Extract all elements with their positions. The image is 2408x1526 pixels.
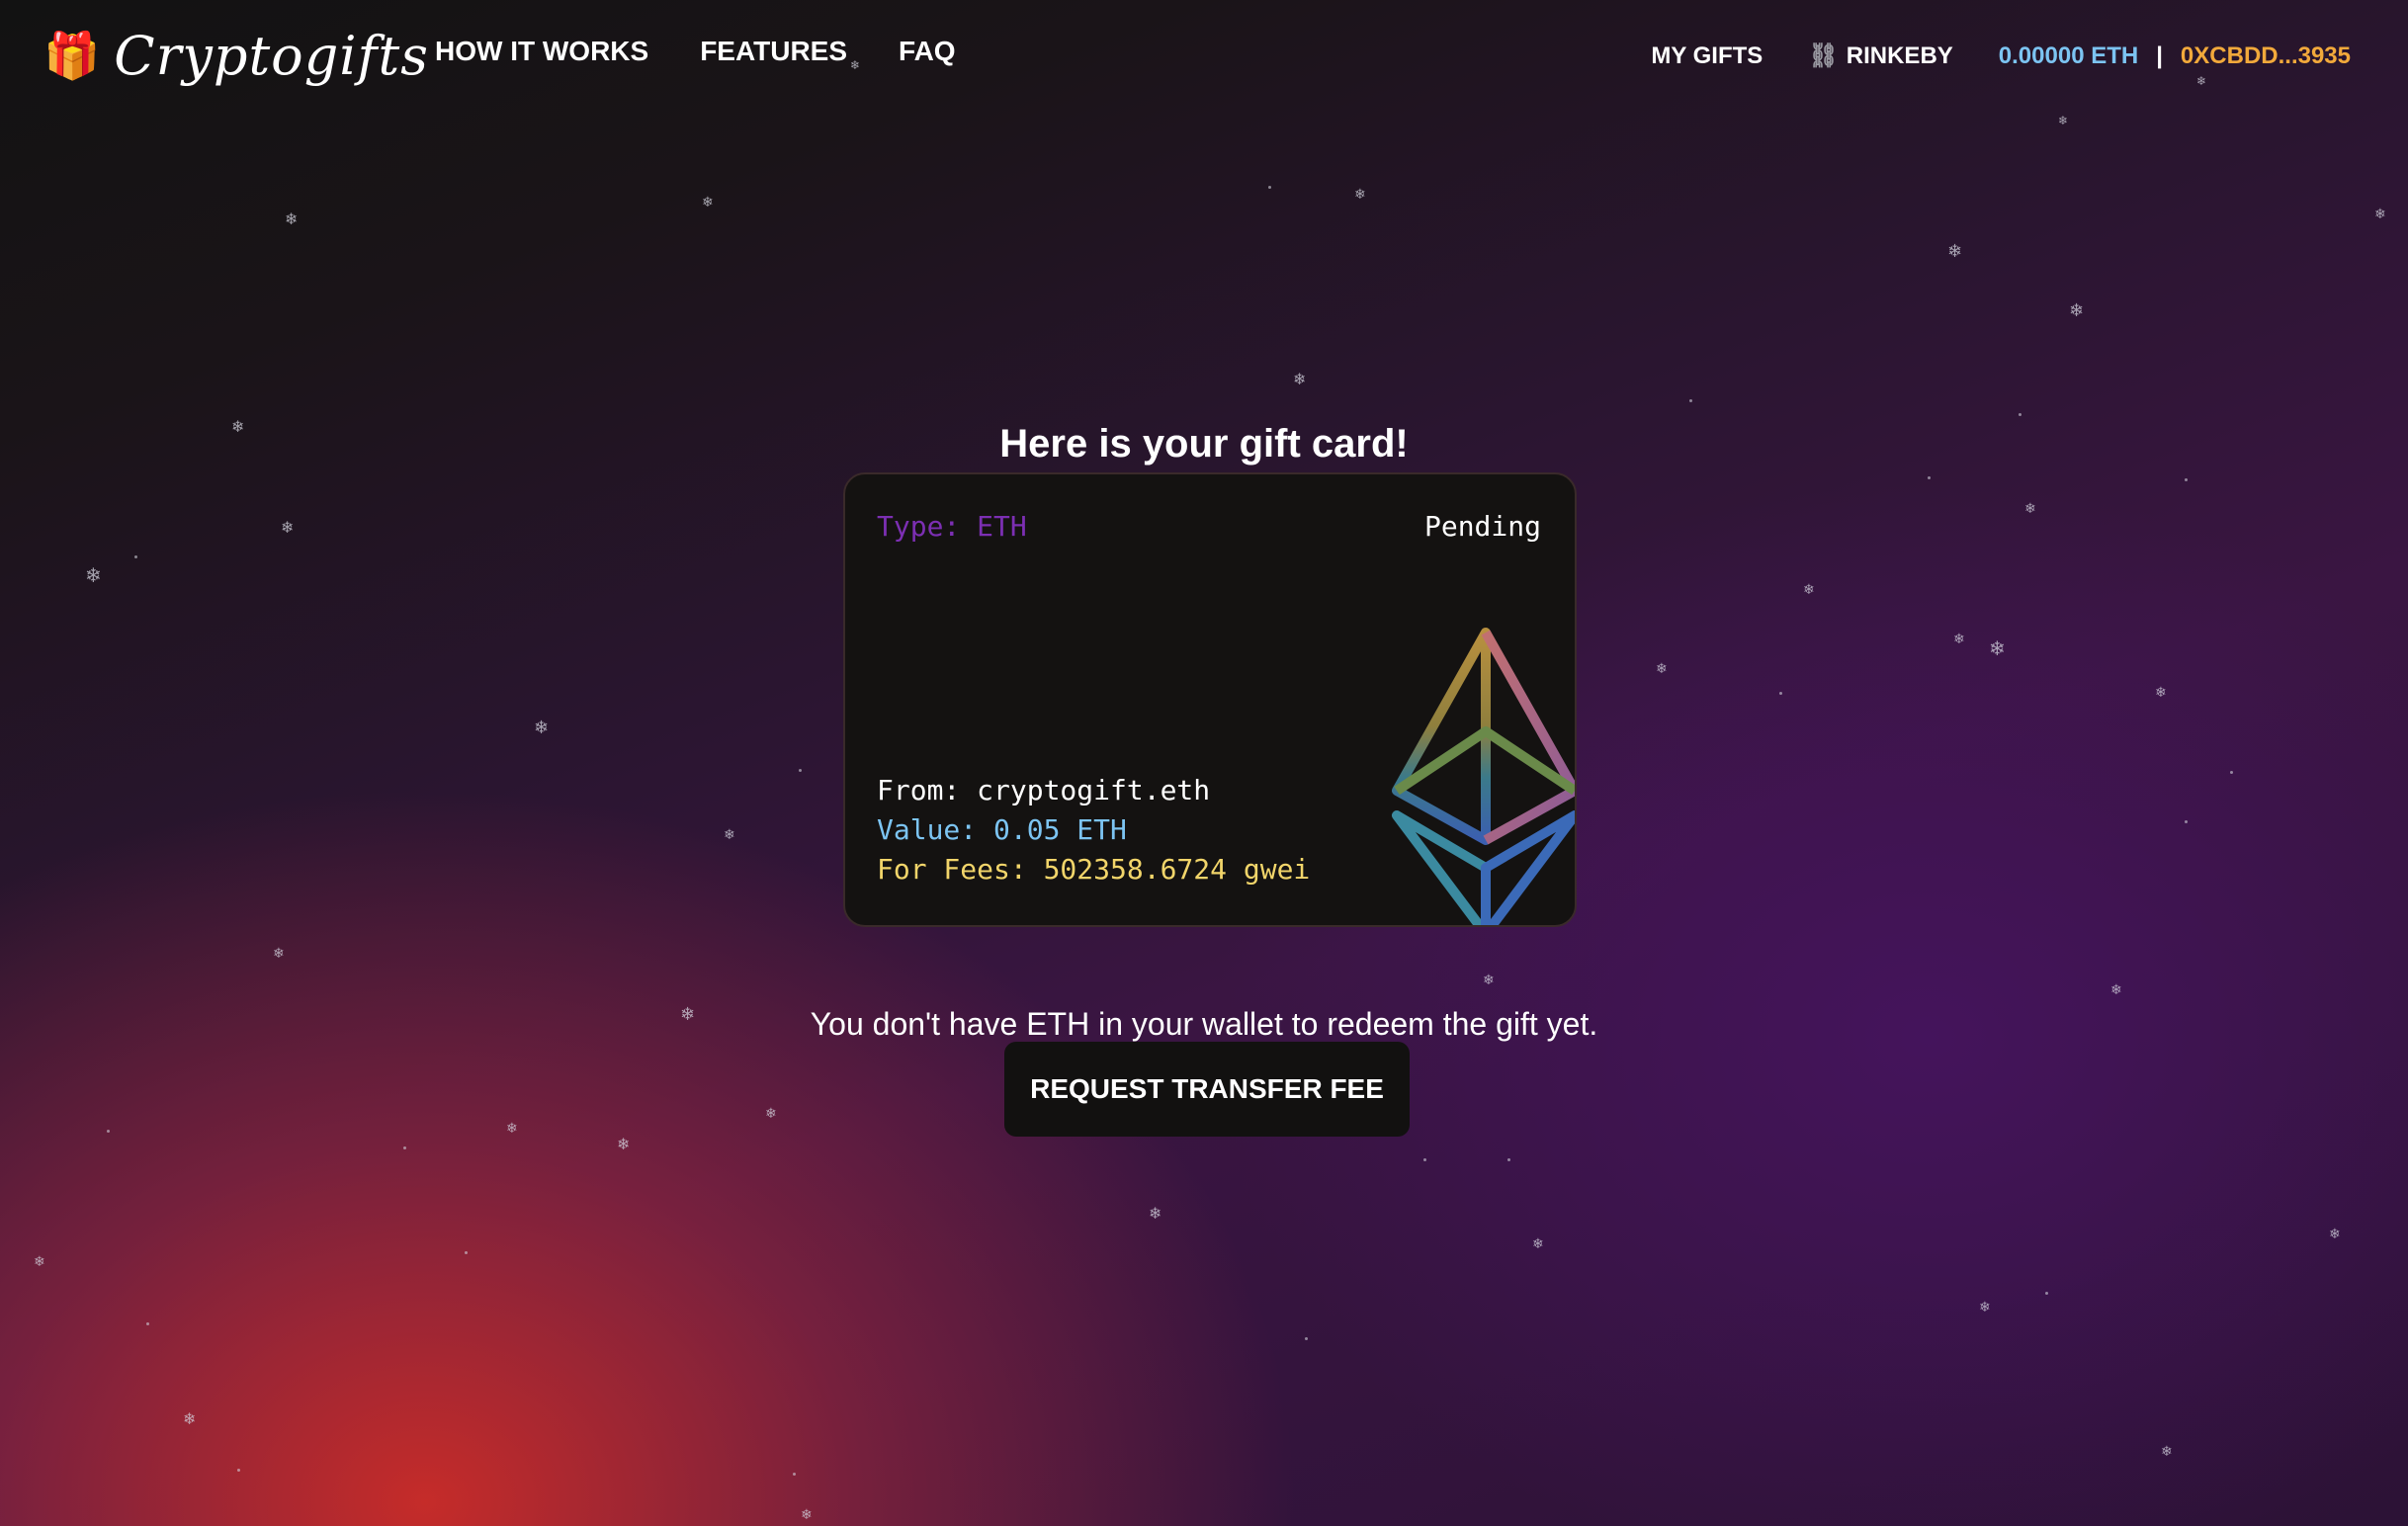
gift-icon: 🎁 [43,30,101,81]
network-label: RINKEBY [1846,42,1953,69]
star-dot [237,1469,240,1472]
top-navigation: 🎁 Cryptogifts HOW IT WORKS FEATURES FAQ … [0,0,2408,111]
snowflake-icon: ❄ [1979,1300,1991,1315]
ethereum-icon [1392,628,1575,925]
snowflake-icon: ❄ [1953,632,1965,647]
logo-text: Cryptogifts [114,24,429,87]
redeem-notice: You don't have ETH in your wallet to red… [810,1006,1598,1042]
snowflake-icon: ❄ [1532,1236,1544,1252]
snowflake-icon: ❄ [1656,661,1668,677]
wallet-address[interactable]: 0XCBDD...3935 [2181,42,2351,70]
star-dot [465,1251,468,1254]
star-dot [1507,1158,1510,1161]
snowflake-icon: ❄ [506,1121,518,1137]
snowflake-icon: ❄ [2024,501,2036,517]
my-gifts-link[interactable]: MY GIFTS [1651,42,1763,70]
gift-fees: For Fees: 502358.6724 gwei [877,853,1311,886]
star-dot [146,1322,149,1325]
snowflake-icon: ❄ [183,1409,197,1428]
snowflake-icon: ❄ [534,718,550,738]
account-bar: MY GIFTS ⛓ RINKEBY 0.00000 ETH | 0XCBDD..… [1605,42,2351,70]
star-dot [2019,413,2021,416]
snowflake-icon: ❄ [1483,973,1495,988]
star-dot [2045,1292,2048,1295]
gift-value: Value: 0.05 ETH [877,813,1127,846]
snowflake-icon: ❄ [2161,1444,2173,1460]
separator: | [2156,42,2163,69]
snowflake-icon: ❄ [85,563,102,587]
snowflake-icon: ❄ [617,1135,631,1153]
star-dot [107,1130,110,1133]
gift-details: From: cryptogift.eth Value: 0.05 ETH For… [877,771,1310,890]
star-dot [1423,1158,1426,1161]
snowflake-icon: ❄ [285,210,299,228]
nav-links: HOW IT WORKS FEATURES FAQ [435,36,1007,67]
star-dot [1305,1337,1308,1340]
snowflake-icon: ❄ [1293,370,1307,388]
star-dot [1689,399,1692,402]
nav-link-faq[interactable]: FAQ [899,36,956,67]
nav-link-how-it-works[interactable]: HOW IT WORKS [435,36,648,67]
page-title: Here is your gift card! [999,421,1409,466]
snowflake-icon: ❄ [1354,187,1366,203]
snowflake-icon: ❄ [2329,1227,2341,1242]
star-dot [403,1146,406,1149]
snowflake-icon: ❄ [34,1254,45,1270]
star-dot [134,555,137,558]
star-dot [2185,478,2188,481]
snowflake-icon: ❄ [702,195,714,211]
snowflake-icon: ❄ [2155,685,2167,701]
snowflake-icon: ❄ [1947,241,1963,262]
snowflake-icon: ❄ [273,946,285,962]
snowflake-icon: ❄ [765,1106,777,1122]
snowflake-icon: ❄ [2069,300,2085,321]
gift-card: Type: ETH Pending From: cryptogift.eth V… [843,472,1577,927]
star-dot [2230,771,2233,774]
star-dot [2185,820,2188,823]
gift-from: From: cryptogift.eth [877,774,1211,806]
snowflake-icon: ❄ [281,518,295,537]
star-dot [799,769,802,772]
snowflake-icon: ❄ [2374,207,2386,222]
network-selector[interactable]: ⛓ RINKEBY [1808,42,1952,70]
wallet-balance: 0.00000 ETH [1998,42,2139,69]
star-dot [1779,692,1782,695]
snowflake-icon: ❄ [801,1507,813,1523]
snowflake-icon: ❄ [1989,636,2006,660]
snowflake-icon: ❄ [724,827,735,843]
star-dot [793,1473,796,1476]
star-dot [1268,186,1271,189]
request-transfer-fee-button[interactable]: REQUEST TRANSFER FEE [1004,1042,1410,1137]
snowflake-icon: ❄ [2058,114,2069,127]
nav-link-features[interactable]: FEATURES [700,36,847,67]
star-dot [1928,476,1931,479]
snowflake-icon: ❄ [2110,982,2122,998]
logo[interactable]: 🎁 Cryptogifts [43,22,429,89]
chain-link-icon: ⛓ [1808,42,1839,69]
status-badge: Pending [1423,510,1541,543]
snowflake-icon: ❄ [1149,1204,1162,1223]
snowflake-icon: ❄ [1803,582,1815,598]
gift-type: Type: ETH [877,510,1027,543]
